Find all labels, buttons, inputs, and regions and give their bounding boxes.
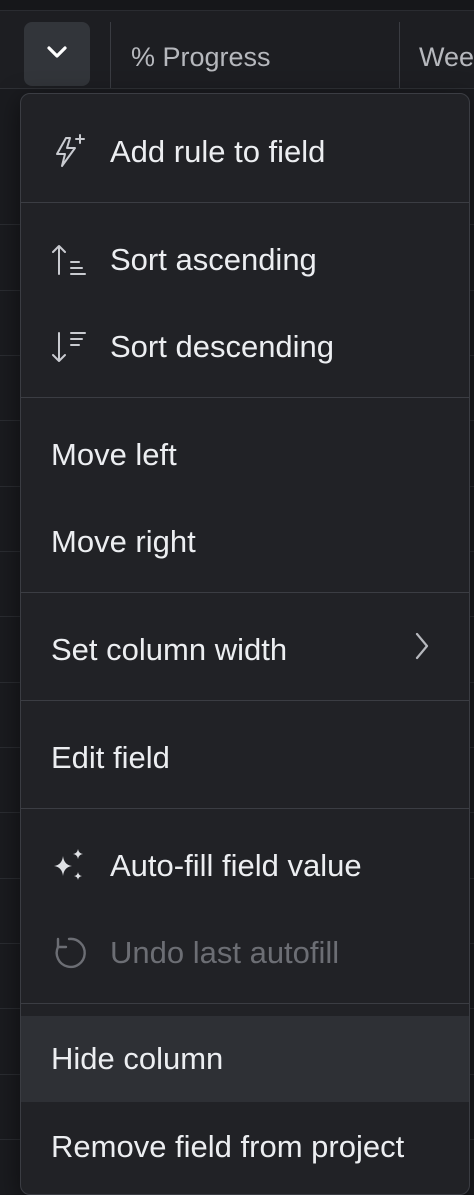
chevron-down-icon: [46, 45, 68, 64]
undo-last-autofill-label: Undo last autofill: [110, 935, 340, 970]
sort-descending-item[interactable]: Sort descending: [21, 304, 469, 390]
set-column-width-label: Set column width: [51, 632, 288, 667]
add-rule-to-field-label: Add rule to field: [110, 134, 326, 169]
sparkles-icon: [49, 846, 89, 886]
move-left-label: Move left: [51, 437, 177, 472]
menu-divider: [21, 808, 469, 809]
chevron-right-icon: [413, 631, 431, 669]
move-right-item[interactable]: Move right: [21, 499, 469, 585]
lightning-sparkle-icon: [49, 132, 89, 172]
column-header-week[interactable]: Wee: [419, 42, 474, 73]
undo-icon: [49, 933, 89, 973]
menu-divider: [21, 1003, 469, 1004]
header-top-line: [0, 0, 474, 11]
column-separator[interactable]: [399, 22, 400, 88]
sort-descending-label: Sort descending: [110, 329, 335, 364]
edit-field-item[interactable]: Edit field: [21, 715, 469, 801]
move-left-item[interactable]: Move left: [21, 412, 469, 498]
column-header-progress[interactable]: % Progress: [131, 42, 271, 73]
table-header: % Progress Wee: [0, 0, 474, 89]
menu-divider: [21, 592, 469, 593]
hide-column-label: Hide column: [51, 1041, 224, 1076]
auto-fill-field-value-item[interactable]: Auto-fill field value: [21, 823, 469, 909]
remove-field-from-project-label: Remove field from project: [51, 1129, 405, 1164]
move-right-label: Move right: [51, 524, 196, 559]
auto-fill-field-value-label: Auto-fill field value: [110, 848, 362, 883]
column-menu-button[interactable]: [24, 22, 90, 86]
sort-ascending-icon: [49, 240, 89, 280]
edit-field-label: Edit field: [51, 740, 170, 775]
menu-divider: [21, 202, 469, 203]
sort-ascending-label: Sort ascending: [110, 242, 317, 277]
menu-divider: [21, 397, 469, 398]
add-rule-to-field-item[interactable]: Add rule to field: [21, 109, 469, 195]
set-column-width-item[interactable]: Set column width: [21, 607, 469, 693]
column-separator[interactable]: [110, 22, 111, 88]
undo-last-autofill-item[interactable]: Undo last autofill: [21, 910, 469, 996]
remove-field-from-project-item[interactable]: Remove field from project: [21, 1104, 469, 1190]
column-context-menu: Add rule to field Sort ascending Sort de…: [20, 93, 470, 1195]
menu-divider: [21, 700, 469, 701]
hide-column-item[interactable]: Hide column: [21, 1016, 469, 1102]
sort-ascending-item[interactable]: Sort ascending: [21, 217, 469, 303]
sort-descending-icon: [49, 327, 89, 367]
